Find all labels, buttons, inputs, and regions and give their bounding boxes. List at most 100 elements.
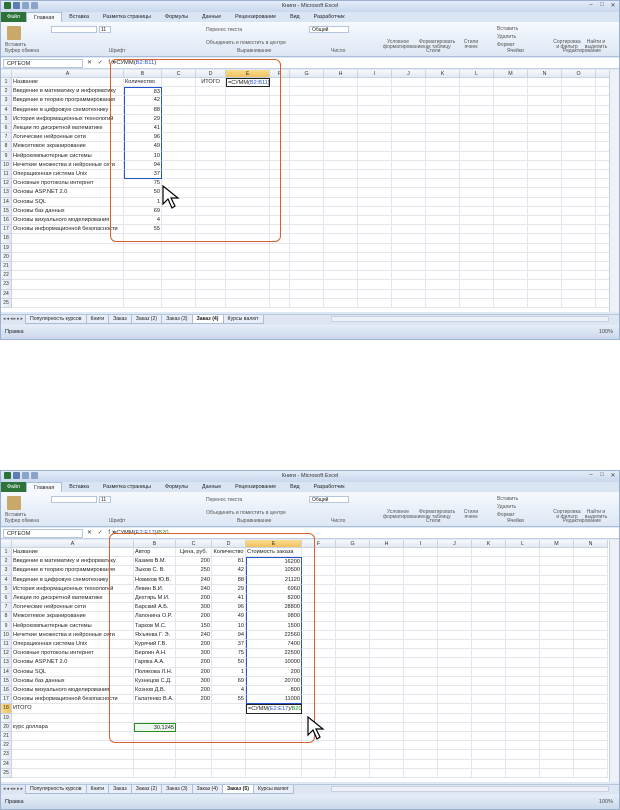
row-header[interactable]: 10: [1, 630, 12, 640]
sheet-tab[interactable]: Книги: [85, 785, 110, 794]
row-header[interactable]: 6: [1, 124, 12, 134]
sheet-tab[interactable]: Заказ (2): [130, 315, 163, 324]
grid-cell[interactable]: [540, 594, 574, 604]
grid-cell[interactable]: [472, 594, 506, 604]
grid-cell[interactable]: [574, 750, 608, 760]
zoom-level[interactable]: 100%: [599, 799, 613, 805]
grid-cell[interactable]: [404, 741, 438, 751]
grid-cell[interactable]: [472, 649, 506, 659]
grid-cell[interactable]: [392, 105, 426, 115]
row-header[interactable]: 23: [1, 280, 12, 290]
grid-cell[interactable]: [404, 548, 438, 558]
grid-cell[interactable]: [290, 133, 324, 143]
row-header[interactable]: 17: [1, 225, 12, 235]
course-name[interactable]: Основные протоколы интернет: [12, 179, 124, 189]
grid-cell[interactable]: [370, 686, 404, 696]
grid-cell[interactable]: [162, 280, 196, 290]
grid-cell[interactable]: [290, 87, 324, 97]
grid-cell[interactable]: [460, 271, 494, 281]
grid-cell[interactable]: [226, 298, 270, 308]
grid-cell[interactable]: [336, 722, 370, 732]
grid-cell[interactable]: [426, 271, 460, 281]
grid-cell[interactable]: [370, 621, 404, 631]
grid-cell[interactable]: [596, 115, 609, 124]
grid-cell[interactable]: [404, 640, 438, 650]
grid-cell[interactable]: [574, 548, 608, 558]
grid-cell[interactable]: [596, 87, 609, 97]
grid-cell[interactable]: [528, 280, 562, 290]
grid-cell[interactable]: [528, 188, 562, 198]
column-header[interactable]: O: [562, 70, 596, 78]
grid-cell[interactable]: [290, 96, 324, 106]
grid-cell[interactable]: [336, 621, 370, 631]
grid-cell[interactable]: [596, 188, 609, 198]
grid-cell[interactable]: [574, 557, 608, 567]
grid-cell[interactable]: [290, 197, 324, 207]
wrap-text-button[interactable]: Перенос текста: [206, 27, 242, 33]
grid-cell[interactable]: [438, 557, 472, 567]
grid-cell[interactable]: [270, 252, 290, 262]
column-header[interactable]: P: [596, 70, 609, 78]
grid-cell[interactable]: [426, 262, 460, 272]
row-header[interactable]: 14: [1, 667, 12, 677]
grid-cell[interactable]: [246, 750, 302, 760]
grid-cell[interactable]: [528, 243, 562, 253]
row-header[interactable]: 11: [1, 640, 12, 650]
grid-cell[interactable]: [336, 603, 370, 613]
grid-cell[interactable]: [540, 612, 574, 622]
grid-cell[interactable]: [324, 280, 358, 290]
sheet-tab[interactable]: Заказ: [108, 785, 132, 794]
column-header[interactable]: K: [472, 540, 506, 548]
grid-cell[interactable]: [246, 759, 302, 769]
grid-cell[interactable]: [506, 594, 540, 604]
grid-cell[interactable]: [540, 759, 574, 769]
tab-page-layout[interactable]: Разметка страницы: [96, 12, 158, 22]
grid-cell[interactable]: [472, 612, 506, 622]
grid-cell[interactable]: [290, 225, 324, 235]
grid-cell[interactable]: [404, 695, 438, 705]
grid-cell[interactable]: [528, 216, 562, 226]
grid-cell[interactable]: [392, 234, 426, 244]
grid-cell[interactable]: [336, 566, 370, 576]
grid-cell[interactable]: [562, 243, 596, 253]
grid-cell[interactable]: [336, 584, 370, 594]
close-icon[interactable]: ✕: [609, 472, 617, 479]
grid-cell[interactable]: [596, 78, 609, 88]
grid-cell[interactable]: [290, 289, 324, 299]
row-header[interactable]: 19: [1, 243, 12, 253]
grid-cell[interactable]: [528, 179, 562, 189]
grid-cell[interactable]: [324, 262, 358, 272]
tab-insert[interactable]: Вставка: [62, 12, 96, 22]
row-header[interactable]: 9: [1, 621, 12, 631]
grid-cell[interactable]: [506, 768, 540, 778]
grid-cell[interactable]: [426, 243, 460, 253]
grid-cell[interactable]: [370, 584, 404, 594]
column-header[interactable]: L: [506, 540, 540, 548]
grid-cell[interactable]: [162, 262, 196, 272]
grid-cell[interactable]: [404, 704, 438, 714]
grid-cell[interactable]: [370, 695, 404, 705]
grid-cell[interactable]: [472, 676, 506, 686]
tab-review[interactable]: Рецензирование: [228, 12, 283, 22]
grid-cell[interactable]: [472, 575, 506, 585]
row-header[interactable]: 15: [1, 676, 12, 686]
grid-cell[interactable]: [324, 124, 358, 134]
select-all-corner[interactable]: [1, 540, 12, 548]
grid-cell[interactable]: [392, 206, 426, 216]
grid-cell[interactable]: [472, 658, 506, 668]
row-header[interactable]: 25: [1, 768, 12, 778]
grid-cell[interactable]: [596, 142, 609, 152]
grid-cell[interactable]: [494, 271, 528, 281]
grid-cell[interactable]: [506, 676, 540, 686]
grid-cell[interactable]: [506, 741, 540, 751]
grid-cell[interactable]: [12, 252, 124, 262]
course-name[interactable]: Основы визуального моделирования: [12, 216, 124, 226]
grid-cell[interactable]: [290, 114, 324, 124]
column-header[interactable]: J: [438, 540, 472, 548]
grid-cell[interactable]: [574, 649, 608, 659]
row-header[interactable]: 4: [1, 575, 12, 585]
grid-cell[interactable]: [324, 78, 358, 88]
grid-cell[interactable]: [540, 732, 574, 742]
grid-cell[interactable]: [324, 225, 358, 235]
grid-cell[interactable]: [472, 759, 506, 769]
